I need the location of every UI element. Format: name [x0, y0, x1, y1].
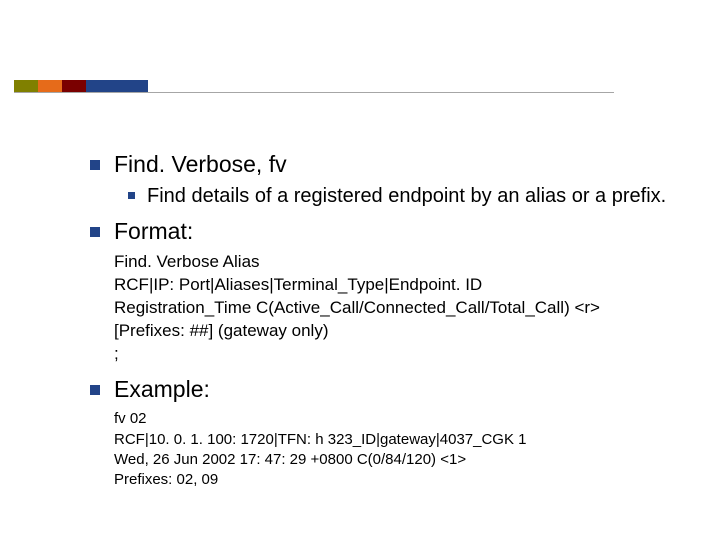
example-block: fv 02 RCF|10. 0. 1. 100: 1720|TFN: h 323…	[114, 409, 690, 490]
square-bullet-icon	[128, 192, 135, 199]
heading-text: Format:	[114, 217, 193, 247]
accent-bar	[14, 80, 148, 92]
format-line: ;	[114, 343, 690, 366]
slide: Find. Verbose, fv Find details of a regi…	[0, 0, 720, 540]
format-line: [Prefixes: ##] (gateway only)	[114, 320, 690, 343]
format-line: RCF|IP: Port|Aliases|Terminal_Type|Endpo…	[114, 274, 690, 297]
heading-example: Example:	[90, 375, 690, 405]
content: Find. Verbose, fv Find details of a regi…	[90, 150, 690, 500]
divider	[14, 92, 614, 93]
format-line: Find. Verbose Alias	[114, 251, 690, 274]
format-line: Registration_Time C(Active_Call/Connecte…	[114, 297, 690, 320]
desc-text: Find details of a registered endpoint by…	[147, 184, 666, 209]
example-line: Wed, 26 Jun 2002 17: 47: 29 +0800 C(0/84…	[114, 450, 690, 470]
square-bullet-icon	[90, 227, 100, 237]
square-bullet-icon	[90, 160, 100, 170]
format-block: Find. Verbose Alias RCF|IP: Port|Aliases…	[114, 251, 690, 366]
heading-findverbose: Find. Verbose, fv	[90, 150, 690, 180]
example-line: Prefixes: 02, 09	[114, 470, 690, 490]
heading-format: Format:	[90, 217, 690, 247]
heading-text: Find. Verbose, fv	[114, 150, 287, 180]
heading-text: Example:	[114, 375, 210, 405]
example-line: RCF|10. 0. 1. 100: 1720|TFN: h 323_ID|ga…	[114, 430, 690, 450]
square-bullet-icon	[90, 385, 100, 395]
example-line: fv 02	[114, 409, 690, 429]
desc-findverbose: Find details of a registered endpoint by…	[128, 184, 690, 209]
